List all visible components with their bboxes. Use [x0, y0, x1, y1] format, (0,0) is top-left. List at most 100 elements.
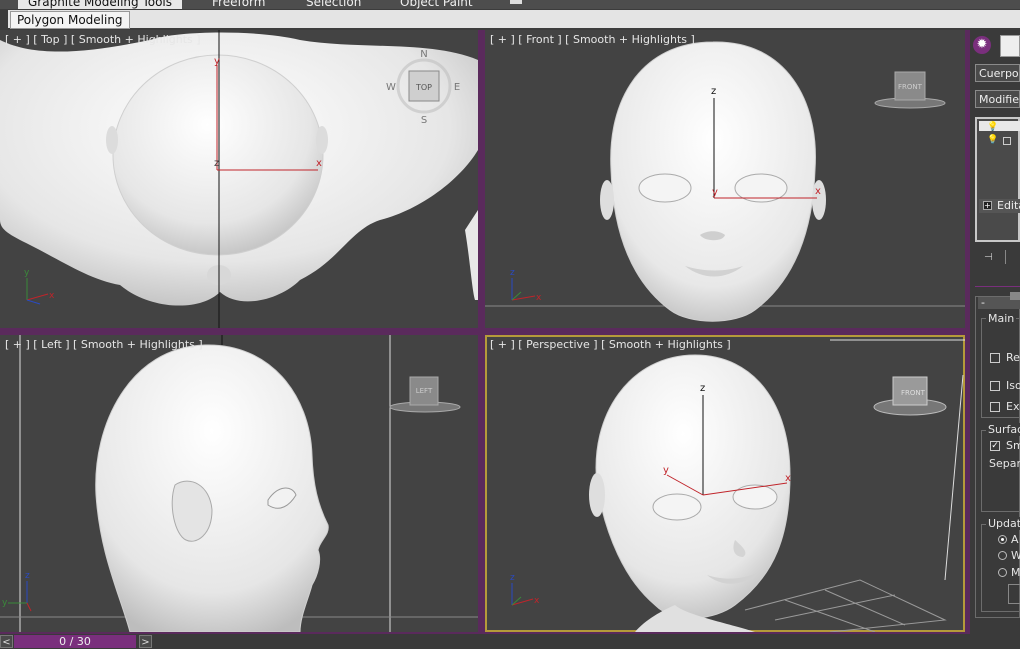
head-profile: [95, 344, 329, 632]
gizmo-z-label: z: [711, 86, 716, 97]
viewport-top[interactable]: y x z TOP N E S W y x [ + ] [ Top ] [ Sm…: [0, 30, 478, 328]
axis-tripod-left: z y: [2, 571, 32, 612]
lightbulb-icon-2[interactable]: 💡: [987, 135, 998, 145]
stack-header: [979, 121, 1020, 131]
smooth-checkbox[interactable]: ✓: [990, 441, 1000, 451]
axis-tripod-perspective: z x: [510, 573, 540, 606]
ribbon-panel-strip: [8, 10, 1020, 28]
svg-text:x: x: [536, 293, 542, 303]
pin-stack-icon[interactable]: ⊣: [984, 252, 998, 264]
viewport-front-canvas: z y x FRONT z x: [485, 41, 965, 322]
collapse-icon[interactable]: [1003, 137, 1011, 145]
viewcube-front[interactable]: FRONT: [874, 71, 946, 109]
viewcube-perspective[interactable]: FRONT: [873, 376, 947, 416]
gizmo-z-label: z: [214, 158, 219, 169]
option-label-2: Iso: [1006, 379, 1020, 392]
tab-polygon-modeling[interactable]: Polygon Modeling: [10, 11, 130, 29]
update-group-label: Update: [986, 517, 1020, 530]
gizmo-z-label: z: [700, 383, 705, 394]
time-slider-bar: < 0 / 30 >: [0, 634, 970, 649]
ribbon: Graphite Modeling Tools Freeform Selecti…: [0, 0, 1020, 30]
compass-w: W: [386, 82, 396, 93]
tab-freeform[interactable]: Freeform: [212, 0, 265, 9]
modifier-stack[interactable]: 💡 💡 + Edita: [975, 117, 1020, 242]
axis-tripod-front: z x: [510, 268, 542, 303]
left-ear: [600, 180, 614, 220]
gizmo-x-label: x: [785, 473, 791, 484]
right-ear: [316, 126, 328, 154]
viewport-perspective-label[interactable]: [ + ] [ Perspective ] [ Smooth + Highlig…: [490, 338, 731, 351]
viewport-left-label[interactable]: [ + ] [ Left ] [ Smooth + Highlights ]: [5, 338, 203, 351]
update-radio-manually[interactable]: [998, 568, 1007, 577]
left-ear: [106, 126, 118, 154]
left-ear: [589, 473, 605, 517]
viewcube-perspective-label: FRONT: [901, 389, 926, 397]
gizmo-x-label: x: [815, 186, 821, 197]
panel-scrollbar-thumb[interactable]: [1010, 292, 1020, 300]
gizmo-y-label: y: [214, 56, 220, 67]
viewport-left-canvas: LEFT z y: [0, 335, 478, 632]
update-button[interactable]: [1008, 584, 1020, 604]
create-tab-icon[interactable]: [1000, 35, 1020, 57]
svg-text:x: x: [49, 291, 55, 301]
ribbon-tab-bar: Graphite Modeling Tools Freeform Selecti…: [0, 0, 1020, 9]
divider: [1005, 250, 1006, 264]
expand-icon[interactable]: +: [983, 201, 992, 210]
next-frame-button[interactable]: >: [139, 635, 152, 648]
update-radio-always[interactable]: [998, 535, 1007, 544]
gizmo-y-label: y: [712, 187, 718, 198]
hair-strand: [465, 210, 478, 300]
prev-frame-button[interactable]: <: [0, 635, 13, 648]
ground-grid: [744, 579, 947, 632]
surface-group-label: Surfac: [986, 423, 1020, 436]
update-radio-when-rendering[interactable]: [998, 551, 1007, 560]
option-checkbox-2[interactable]: [990, 381, 1000, 391]
compass-n: N: [420, 49, 427, 60]
gizmo-x-label: x: [316, 158, 322, 169]
viewport-front-label[interactable]: [ + ] [ Front ] [ Smooth + Highlights ]: [490, 33, 695, 46]
stack-item-editable-poly[interactable]: + Edita: [979, 199, 1020, 213]
update-label-when: W: [1011, 549, 1020, 562]
main-group-label: Main: [986, 312, 1017, 325]
lightbulb-icon[interactable]: 💡: [987, 122, 998, 132]
option-checkbox-3[interactable]: [990, 402, 1000, 412]
grid-edge-right: [944, 374, 964, 581]
svg-text:z: z: [510, 573, 515, 583]
viewcube-left[interactable]: LEFT: [389, 376, 461, 413]
viewport-perspective-canvas: z y x FRONT z x: [510, 339, 965, 632]
viewport-front[interactable]: z y x FRONT z x [ + ] [ Front ] [ Smooth…: [485, 30, 965, 328]
svg-text:z: z: [25, 571, 30, 581]
panel-divider: [975, 286, 1020, 287]
tab-selection[interactable]: Selection: [306, 0, 361, 9]
left-eye: [638, 173, 692, 203]
svg-text:x: x: [534, 596, 540, 606]
object-name-field[interactable]: Cuerpo: [975, 64, 1020, 82]
viewcube-top-label: TOP: [415, 83, 432, 92]
viewcube-front-label: FRONT: [898, 83, 923, 91]
compass-s: S: [421, 115, 427, 126]
gizmo-y-label: y: [663, 465, 669, 476]
tab-object-paint[interactable]: Object Paint: [400, 0, 473, 9]
compass-e: E: [454, 82, 460, 93]
option-checkbox-1[interactable]: [990, 353, 1000, 363]
time-slider[interactable]: 0 / 30: [14, 635, 136, 648]
viewcube-left-label: LEFT: [416, 387, 433, 395]
modifier-list-dropdown[interactable]: Modifier: [975, 90, 1020, 108]
ribbon-options-icon[interactable]: [510, 0, 522, 4]
smooth-label: Sm: [1006, 439, 1020, 452]
tab-graphite-modeling-tools[interactable]: Graphite Modeling Tools: [18, 0, 183, 9]
svg-text:z: z: [510, 268, 515, 278]
svg-text:y: y: [2, 598, 8, 608]
viewport-perspective[interactable]: z y x FRONT z x [ + ] [ Perspective ] [ …: [485, 335, 965, 632]
right-eye: [732, 484, 778, 510]
head-shape: [112, 54, 324, 256]
display-gear-icon[interactable]: ✹: [973, 36, 991, 54]
svg-text:y: y: [24, 268, 30, 278]
separate-label: Separa: [989, 457, 1020, 470]
update-label-always: A: [1011, 533, 1019, 546]
option-label-1: Re: [1006, 351, 1020, 364]
viewport-left[interactable]: LEFT z y [ + ] [ Left ] [ Smooth + Highl…: [0, 335, 478, 632]
axis-tripod-top: y x: [24, 268, 55, 305]
left-eye: [652, 493, 702, 521]
viewport-top-label[interactable]: [ + ] [ Top ] [ Smooth + Highlights ]: [5, 33, 201, 46]
